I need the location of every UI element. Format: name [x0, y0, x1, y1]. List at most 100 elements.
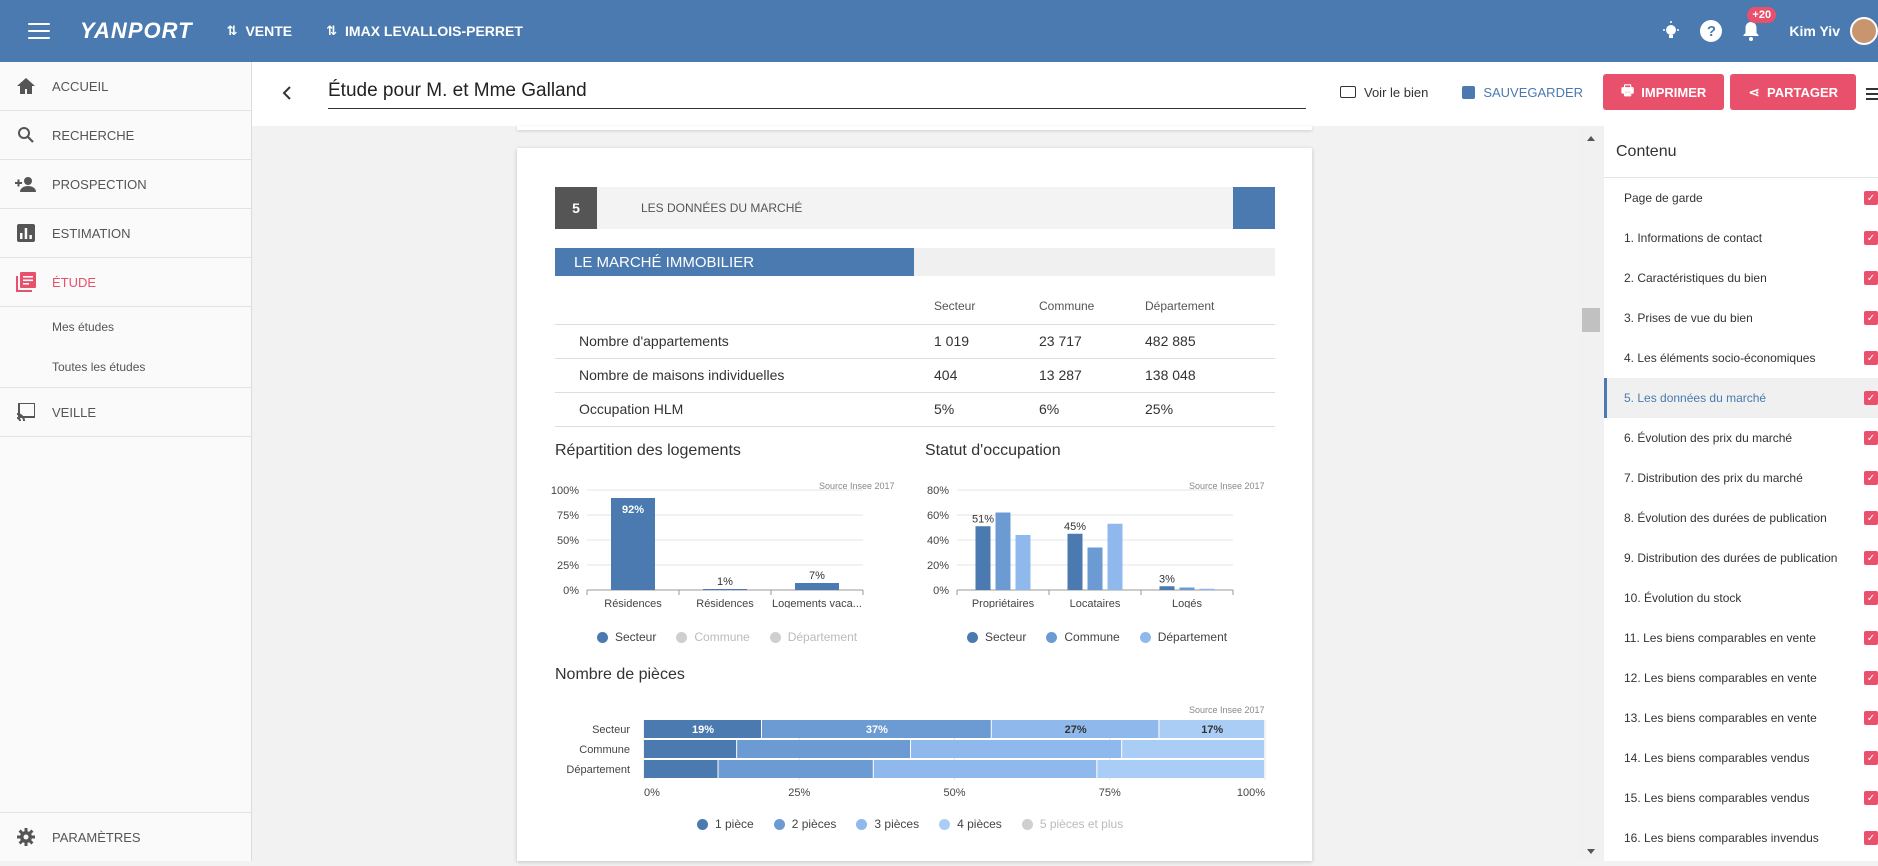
contents-item-label: 2. Caractéristiques du bien — [1624, 271, 1767, 285]
contents-item[interactable]: 13. Les biens comparables en vente ✓ — [1604, 698, 1878, 738]
more-menu-icon[interactable] — [1866, 88, 1878, 103]
table-cell: 13 287 — [1039, 357, 1145, 392]
contents-item[interactable]: 7. Distribution des prix du marché ✓ — [1604, 458, 1878, 498]
contents-item[interactable]: 2. Caractéristiques du bien ✓ — [1604, 258, 1878, 298]
contents-item[interactable]: 10. Évolution du stock ✓ — [1604, 578, 1878, 618]
contents-item-checkbox[interactable]: ✓ — [1864, 711, 1878, 725]
bar-segment — [644, 760, 718, 778]
contents-item[interactable]: 9. Distribution des durées de publicatio… — [1604, 538, 1878, 578]
legend-label: Département — [787, 630, 858, 644]
scrollbar-track — [1582, 136, 1600, 854]
contents-item[interactable]: 5. Les données du marché ✓ — [1604, 378, 1878, 418]
previous-page-edge — [517, 126, 1312, 130]
menu-icon[interactable] — [28, 23, 50, 39]
contents-item[interactable]: 12. Les biens comparables en vente ✓ — [1604, 658, 1878, 698]
legend-item[interactable]: 5 pièces et plus — [1021, 817, 1123, 831]
contents-item[interactable]: 3. Prises de vue du bien ✓ — [1604, 298, 1878, 338]
back-arrow-icon[interactable] — [282, 84, 296, 105]
sidebar-item-accueil[interactable]: ACCUEIL — [0, 62, 251, 111]
print-button[interactable]: 🖶 IMPRIMER — [1603, 74, 1725, 110]
avatar[interactable] — [1850, 17, 1878, 45]
study-title-input[interactable]: Étude pour M. et Mme Galland — [328, 80, 1306, 109]
share-icon: ⋖ — [1748, 83, 1760, 100]
legend-label: 3 pièces — [874, 817, 920, 831]
contents-item-checkbox[interactable]: ✓ — [1864, 431, 1878, 445]
sidebar-item-estimation[interactable]: ESTIMATION — [0, 209, 251, 258]
x-tick-label: 0% — [644, 787, 660, 799]
contents-item-checkbox[interactable]: ✓ — [1864, 351, 1878, 365]
legend-item[interactable]: Département — [769, 630, 858, 644]
legend-item[interactable]: Secteur — [597, 630, 656, 644]
contents-item-checkbox[interactable]: ✓ — [1864, 231, 1878, 245]
contents-item-checkbox[interactable]: ✓ — [1864, 391, 1878, 405]
contents-item[interactable]: Page de garde ✓ — [1604, 178, 1878, 218]
market-table: Secteur Commune Département Nombre d'app… — [555, 288, 1275, 427]
legend-item[interactable]: Commune — [676, 630, 750, 644]
legend-item[interactable]: 1 pièce — [697, 817, 754, 831]
contents-item[interactable]: 14. Les biens comparables vendus ✓ — [1604, 738, 1878, 778]
section-number: 5 — [555, 187, 597, 229]
contents-item[interactable]: 11. Les biens comparables en vente ✓ — [1604, 618, 1878, 658]
table-cell: 1 019 — [934, 323, 1039, 358]
contents-item[interactable]: 6. Évolution des prix du marché ✓ — [1604, 418, 1878, 458]
contents-list: Page de garde ✓ 1. Informations de contact… — [1604, 178, 1878, 858]
contents-item-checkbox[interactable]: ✓ — [1864, 311, 1878, 325]
contents-item-checkbox[interactable]: ✓ — [1864, 191, 1878, 205]
save-button[interactable]: SAUVEGARDER — [1462, 85, 1583, 100]
contents-item-checkbox[interactable]: ✓ — [1864, 671, 1878, 685]
legend-item[interactable]: Département — [1139, 630, 1227, 644]
contents-item[interactable]: 8. Évolution des durées de publication ✓ — [1604, 498, 1878, 538]
share-button[interactable]: ⋖ PARTAGER — [1730, 74, 1857, 110]
contents-item[interactable]: 16. Les biens comparables invendus ✓ — [1604, 818, 1878, 858]
bar — [975, 526, 991, 590]
contents-item-checkbox[interactable]: ✓ — [1864, 831, 1878, 845]
lightbulb-icon[interactable] — [1659, 19, 1683, 43]
bar-segment — [718, 760, 873, 778]
contents-item-checkbox[interactable]: ✓ — [1864, 511, 1878, 525]
contents-item-checkbox[interactable]: ✓ — [1864, 631, 1878, 645]
nav-vente[interactable]: ⇅ VENTE — [227, 23, 293, 39]
data-label: 3% — [1159, 573, 1175, 585]
legend-label: 1 pièce — [715, 817, 754, 831]
contents-item-checkbox[interactable]: ✓ — [1864, 791, 1878, 805]
legend-item[interactable]: 3 pièces — [856, 817, 919, 831]
legend-item[interactable]: Secteur — [967, 630, 1026, 644]
sidebar-item-veille[interactable]: VEILLE — [0, 388, 251, 437]
contents-item-label: 1. Informations de contact — [1624, 231, 1763, 245]
bar — [1087, 547, 1103, 590]
help-icon[interactable]: ? — [1699, 19, 1723, 43]
contents-item-checkbox[interactable]: ✓ — [1864, 591, 1878, 605]
chart-title-repartition: Répartition des logements — [555, 442, 741, 459]
legend-item[interactable]: 2 pièces — [773, 817, 836, 831]
x-tick-label: Résidences — [696, 598, 754, 608]
y-tick-label: 75% — [557, 510, 579, 522]
contents-item[interactable]: 4. Les éléments socio-économiques ✓ — [1604, 338, 1878, 378]
sidebar-item-parametres[interactable]: PARAMÈTRES — [0, 812, 251, 861]
contents-item-label: 7. Distribution des prix du marché — [1624, 471, 1803, 485]
contents-item[interactable]: 1. Informations de contact ✓ — [1604, 218, 1878, 258]
contents-item-checkbox[interactable]: ✓ — [1864, 271, 1878, 285]
sidebar: ACCUEIL RECHERCHE PROSPECTION ESTIMATION… — [0, 62, 252, 861]
sidebar-subitem-toutes-etudes[interactable]: Toutes les études — [0, 347, 251, 387]
sidebar-item-recherche[interactable]: RECHERCHE — [0, 111, 251, 160]
search-icon — [14, 126, 38, 144]
sidebar-item-etude[interactable]: ÉTUDE — [0, 258, 251, 307]
contents-item-checkbox[interactable]: ✓ — [1864, 751, 1878, 765]
user-name[interactable]: Kim Yiv — [1789, 23, 1840, 39]
chart-legend-repartition: Secteur Commune Département — [597, 630, 877, 644]
contents-item-checkbox[interactable]: ✓ — [1864, 551, 1878, 565]
contents-item-checkbox[interactable]: ✓ — [1864, 471, 1878, 485]
sidebar-subitem-mes-etudes[interactable]: Mes études — [0, 307, 251, 347]
app-logo[interactable]: YANPORT — [80, 18, 193, 44]
sidebar-item-prospection[interactable]: PROSPECTION — [0, 160, 251, 209]
contents-item-label: 8. Évolution des durées de publication — [1624, 511, 1827, 525]
legend-item[interactable]: Commune — [1046, 630, 1120, 644]
notifications-button[interactable]: +20 — [1739, 7, 1777, 43]
chart-title-pieces: Nombre de pièces — [555, 666, 685, 683]
contents-item[interactable]: 15. Les biens comparables vendus ✓ — [1604, 778, 1878, 818]
legend-item[interactable]: 4 pièces — [939, 817, 1002, 831]
voir-le-bien-button[interactable]: Voir le bien — [1340, 85, 1428, 100]
nav-agency[interactable]: ⇅ IMAX LEVALLOIS-PERRET — [326, 23, 523, 39]
document-scrollbar[interactable] — [1578, 126, 1604, 861]
y-tick-label: 80% — [927, 485, 949, 497]
